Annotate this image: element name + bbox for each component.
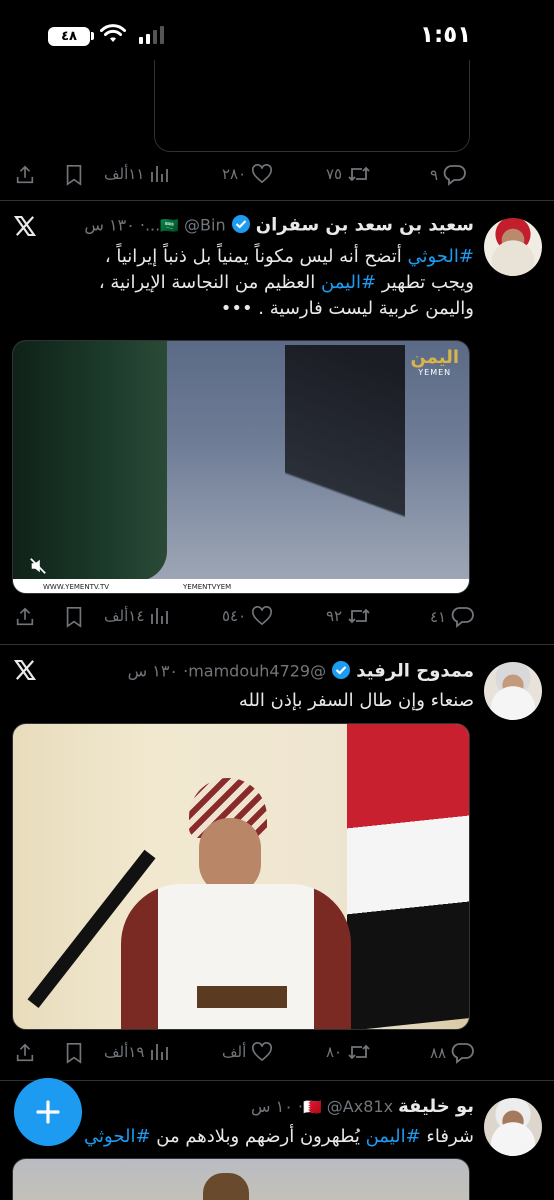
battery-tip xyxy=(91,32,94,40)
author-name[interactable]: بو خليفة xyxy=(398,1096,474,1117)
likes-count: ٥٤٠ xyxy=(222,607,247,625)
tweet-photo[interactable] xyxy=(12,1158,470,1200)
video-footer-bar: WWW.YEMENTV.TV YEMENTVYEM xyxy=(13,579,469,593)
flag-icon: 🇸🇦 xyxy=(160,216,179,235)
flag-image xyxy=(13,341,167,581)
dark-flag-image xyxy=(285,345,405,585)
reply-icon xyxy=(451,1043,475,1064)
like-button[interactable]: ٥٤٠ xyxy=(222,606,273,626)
divider xyxy=(0,1080,554,1081)
divider xyxy=(0,200,554,201)
tweet-header: ممدوح الرفيد @mamdouh4729· ١٣٠ س xyxy=(54,660,474,684)
like-button[interactable]: ألف xyxy=(222,1042,273,1062)
compose-button[interactable] xyxy=(14,1078,82,1146)
views-button[interactable]: ١١ألف xyxy=(104,164,169,184)
mute-icon[interactable] xyxy=(29,557,47,579)
bookmark-icon xyxy=(66,607,82,628)
views-count: ١٩ألف xyxy=(104,1043,145,1061)
replies-count: ٤١ xyxy=(430,608,447,626)
likes-count: ٢٨٠ xyxy=(222,165,247,183)
tweet-video[interactable]: اليمن YEMEN WWW.YEMENTV.TV YEMENTVYEM xyxy=(12,340,470,594)
author-name[interactable]: سعيد بن سعد بن سفران xyxy=(256,215,474,236)
views-button[interactable]: ١٩ألف xyxy=(104,1042,169,1062)
reply-icon xyxy=(451,607,475,628)
retweet-button[interactable]: ٨٠ xyxy=(326,1042,371,1062)
tweet-header: سعيد بن سعد بن سفران 🇸🇦 @Bin...· ١٣٠ س xyxy=(84,214,474,238)
share-icon xyxy=(16,607,34,626)
reply-button[interactable]: ٤١ xyxy=(430,606,475,628)
retweets-count: ٨٠ xyxy=(326,1043,343,1061)
x-logo-icon[interactable] xyxy=(13,215,37,240)
author-handle[interactable]: @Ax81x xyxy=(327,1097,393,1116)
reply-button[interactable]: ٨٨ xyxy=(430,1042,475,1064)
author-handle[interactable]: @Bin... xyxy=(145,216,226,235)
bookmark-button[interactable] xyxy=(64,1042,84,1064)
views-icon xyxy=(151,166,169,182)
verified-badge-icon xyxy=(331,660,351,684)
views-count: ١١ألف xyxy=(104,165,145,183)
views-count: ١٤ألف xyxy=(104,607,145,625)
retweet-icon xyxy=(348,608,370,624)
hashtag-link[interactable]: #اليمن xyxy=(366,1126,421,1147)
hashtag-link[interactable]: #الحوثي xyxy=(408,246,475,267)
heart-icon xyxy=(252,606,273,626)
retweet-icon xyxy=(348,1044,370,1060)
replies-count: ٨٨ xyxy=(430,1044,447,1062)
bookmark-icon xyxy=(66,165,82,186)
avatar[interactable] xyxy=(484,662,542,720)
like-button[interactable]: ٢٨٠ xyxy=(222,164,273,184)
heart-icon xyxy=(252,164,273,184)
retweet-icon xyxy=(348,166,370,182)
tweet-header: بو خليفة 🇧🇭 @Ax81x· ١٠ س xyxy=(251,1096,474,1117)
retweet-button[interactable]: ٩٢ xyxy=(326,606,371,626)
tweet-time: ١٣٠ س xyxy=(127,661,178,681)
retweet-button[interactable]: ٧٥ xyxy=(326,164,371,184)
divider xyxy=(0,644,554,645)
retweets-count: ٧٥ xyxy=(326,165,343,183)
heart-icon xyxy=(252,1042,273,1062)
replies-count: ٩ xyxy=(430,166,439,184)
channel-logo: اليمن YEMEN xyxy=(410,347,459,377)
hashtag-link[interactable]: #الحوثي xyxy=(84,1126,151,1147)
views-button[interactable]: ١٤ألف xyxy=(104,606,169,626)
share-icon xyxy=(16,165,34,184)
share-icon xyxy=(16,1043,34,1062)
quoted-card-bottom[interactable] xyxy=(154,60,470,152)
retweets-count: ٩٢ xyxy=(326,607,343,625)
tweet-text: شرفاء #اليمن يُطهرون أرضهم وبلادهم من #ا… xyxy=(84,1126,474,1147)
author-name[interactable]: ممدوح الرفيد xyxy=(356,661,474,682)
reply-icon xyxy=(443,165,466,186)
person-image xyxy=(101,764,371,1029)
hashtag-link[interactable]: #اليمن xyxy=(321,272,376,293)
bookmark-icon xyxy=(66,1043,82,1064)
status-time: ١:٥١ xyxy=(420,22,472,48)
cellular-signal-icon xyxy=(138,26,164,48)
tweet-text: #الحوثي أتضح أنه ليس مكوناً يمنياً بل ذن… xyxy=(98,246,475,319)
reply-button[interactable]: ٩ xyxy=(430,164,467,186)
tweet-photo[interactable] xyxy=(12,723,470,1030)
tweet-time: ١٣٠ س xyxy=(84,215,135,235)
author-handle[interactable]: @mamdouh4729 xyxy=(188,662,326,681)
avatar[interactable] xyxy=(484,218,542,276)
x-logo-icon[interactable] xyxy=(13,659,37,684)
avatar[interactable] xyxy=(484,1098,542,1156)
share-button[interactable] xyxy=(14,606,36,628)
verified-badge-icon xyxy=(231,214,251,238)
share-button[interactable] xyxy=(14,1042,36,1064)
plus-icon xyxy=(36,1100,60,1124)
bookmark-button[interactable] xyxy=(64,164,84,186)
battery-indicator: ٤٨ xyxy=(48,27,90,46)
views-icon xyxy=(151,608,169,624)
flag-icon: 🇧🇭 xyxy=(303,1098,322,1116)
tweet-text: صنعاء وإن طال السفر بإذن الله xyxy=(238,690,474,711)
wifi-icon xyxy=(100,24,126,48)
bookmark-button[interactable] xyxy=(64,606,84,628)
views-icon xyxy=(151,1044,169,1060)
tweet-time: ١٠ س xyxy=(251,1097,293,1116)
likes-count: ألف xyxy=(222,1043,247,1061)
share-button[interactable] xyxy=(14,164,36,186)
